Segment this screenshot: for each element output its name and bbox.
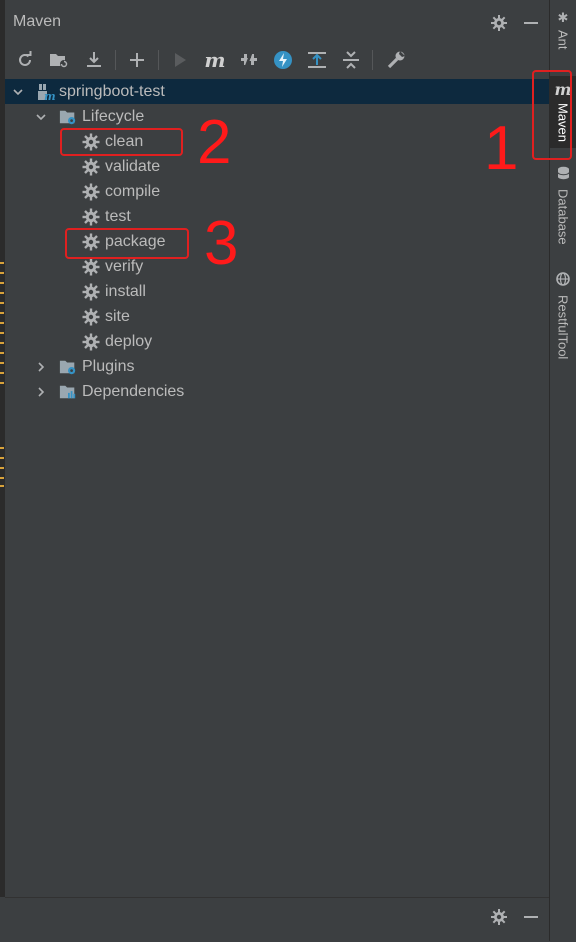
maven-panel: Maven m m springboot-test Lifecycle clea… — [5, 0, 549, 942]
svg-text:m: m — [44, 90, 55, 101]
goal-label: verify — [105, 257, 144, 275]
goal-deploy[interactable]: deploy — [5, 329, 549, 354]
dependencies-folder-icon — [59, 383, 77, 401]
add-icon[interactable] — [125, 48, 149, 72]
maven-settings-wrench-icon[interactable] — [384, 48, 408, 72]
side-tab-database[interactable]: Database — [550, 166, 576, 245]
execute-maven-goal-icon[interactable]: m — [203, 48, 227, 72]
maven-tool-window: Maven m m springboot-test Lifecycle clea… — [0, 0, 576, 942]
ant-icon: ✱ — [557, 10, 569, 25]
goal-test[interactable]: test — [5, 204, 549, 229]
show-dependencies-icon[interactable] — [305, 48, 329, 72]
lifecycle-folder-icon — [59, 108, 77, 126]
panel-title: Maven — [13, 13, 62, 30]
lifecycle-label: Lifecycle — [82, 107, 145, 125]
side-tab-restfultool[interactable]: RestfulTool — [550, 272, 576, 359]
side-tab-label: Database — [555, 189, 571, 245]
skip-tests-icon[interactable] — [271, 48, 295, 72]
minimize-icon[interactable] — [520, 906, 542, 928]
maven-toolbar: m — [5, 44, 549, 76]
tree-node-dependencies[interactable]: Dependencies — [5, 379, 549, 404]
annotation-box-clean — [60, 128, 183, 156]
chevron-right-icon[interactable] — [34, 385, 48, 399]
chevron-down-icon[interactable] — [11, 85, 25, 99]
settings-gear-icon[interactable] — [488, 12, 510, 34]
annotation-number-3: 3 — [204, 209, 239, 278]
goal-label: test — [105, 207, 131, 225]
settings-gear-icon[interactable] — [488, 906, 510, 928]
gear-icon — [82, 258, 100, 276]
tree-root-springboot-test[interactable]: m springboot-test — [5, 79, 549, 104]
plugins-folder-icon — [59, 358, 77, 376]
side-tab-label: RestfulTool — [555, 295, 571, 360]
gear-icon — [82, 308, 100, 326]
annotation-box-maven-tab — [532, 70, 572, 160]
globe-icon — [556, 272, 570, 291]
goal-label: validate — [105, 157, 161, 175]
goal-install[interactable]: install — [5, 279, 549, 304]
goal-compile[interactable]: compile — [5, 179, 549, 204]
run-icon[interactable] — [168, 48, 192, 72]
annotation-number-1: 1 — [484, 114, 519, 183]
goal-site[interactable]: site — [5, 304, 549, 329]
gear-icon — [82, 333, 100, 351]
download-icon[interactable] — [82, 48, 106, 72]
tree-node-plugins[interactable]: Plugins — [5, 354, 549, 379]
generate-sources-folder-icon[interactable] — [47, 48, 71, 72]
goal-label: compile — [105, 182, 161, 200]
gear-icon — [82, 158, 100, 176]
goal-label: install — [105, 282, 146, 300]
chevron-right-icon[interactable] — [34, 360, 48, 374]
panel-header: Maven — [5, 0, 549, 44]
dependencies-label: Dependencies — [82, 382, 185, 400]
gear-icon — [82, 283, 100, 301]
minimize-icon[interactable] — [520, 12, 542, 34]
gear-icon — [82, 183, 100, 201]
collapse-all-icon[interactable] — [339, 48, 363, 72]
goal-label: site — [105, 307, 130, 325]
reload-icon[interactable] — [13, 48, 37, 72]
right-tool-strip: ✱ Ant m Maven Database RestfulTool — [532, 0, 576, 941]
chevron-down-icon[interactable] — [34, 110, 48, 124]
goal-validate[interactable]: validate — [5, 154, 549, 179]
annotation-number-2: 2 — [197, 108, 232, 177]
bottom-panel-header — [5, 897, 549, 942]
gear-icon — [82, 208, 100, 226]
tree-node-lifecycle[interactable]: Lifecycle — [5, 104, 549, 129]
side-tab-label: Ant — [555, 30, 571, 50]
maven-project-icon: m — [37, 83, 55, 101]
side-tab-ant[interactable]: ✱ Ant — [550, 10, 576, 50]
goal-label: deploy — [105, 332, 153, 350]
plugins-label: Plugins — [82, 357, 135, 375]
toggle-offline-icon[interactable] — [237, 48, 261, 72]
tree-root-label: springboot-test — [59, 82, 165, 100]
database-icon — [557, 166, 570, 185]
annotation-box-package — [65, 228, 189, 259]
